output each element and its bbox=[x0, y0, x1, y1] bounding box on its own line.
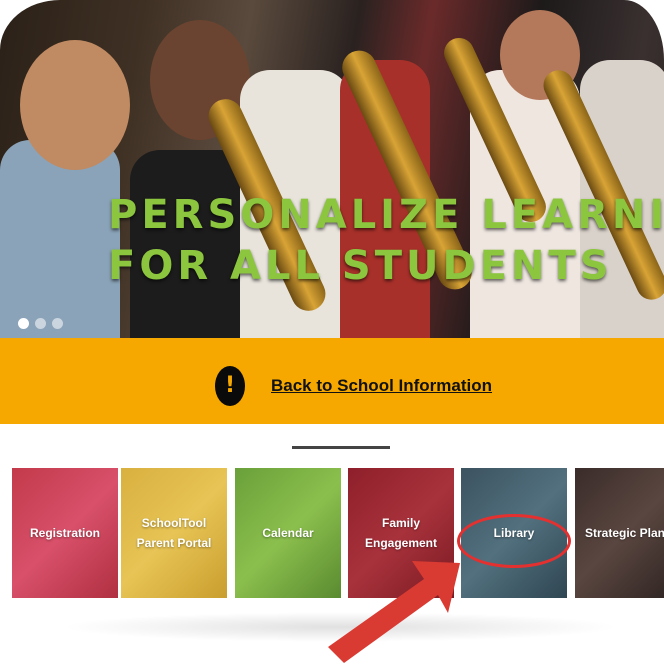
carousel-dots bbox=[18, 318, 63, 329]
hero-title-line2: FOR ALL STUDENTS bbox=[108, 243, 613, 289]
student-figure bbox=[0, 140, 120, 338]
tile-label: Strategic Plan bbox=[584, 526, 664, 540]
hero-banner: PERSONALIZE LEARNING FOR ALL STUDENTS bbox=[0, 0, 664, 338]
section-divider bbox=[292, 446, 390, 449]
hero-title-line1: PERSONALIZE LEARNING bbox=[108, 192, 664, 238]
tile-label: Family Engagement bbox=[365, 513, 437, 553]
exclamation-icon: ! bbox=[215, 366, 245, 406]
student-figure bbox=[20, 40, 130, 170]
tile-label: SchoolTool Parent Portal bbox=[137, 513, 212, 553]
tile-label: Registration bbox=[29, 526, 100, 540]
page-frame: PERSONALIZE LEARNING FOR ALL STUDENTS ! … bbox=[0, 0, 664, 667]
carousel-dot[interactable] bbox=[35, 318, 46, 329]
tile-strategic-plan[interactable]: Strategic Plan bbox=[575, 468, 664, 598]
carousel-dot[interactable] bbox=[18, 318, 29, 329]
hero-title: PERSONALIZE LEARNING FOR ALL STUDENTS bbox=[108, 190, 664, 292]
back-to-school-link[interactable]: Back to School Information bbox=[271, 376, 492, 396]
tile-schooltool-parent-portal[interactable]: SchoolTool Parent Portal bbox=[121, 468, 227, 598]
tile-registration[interactable]: Registration bbox=[12, 468, 118, 598]
carousel-dot[interactable] bbox=[52, 318, 63, 329]
tile-label-line2: Parent Portal bbox=[136, 536, 212, 550]
pointer-arrow-icon bbox=[328, 561, 460, 663]
tile-label-line2: Engagement bbox=[364, 536, 437, 550]
tile-label-line1: SchoolTool bbox=[141, 516, 207, 530]
tile-label: Calendar bbox=[262, 526, 314, 540]
tile-label-line1: Family bbox=[381, 516, 420, 530]
